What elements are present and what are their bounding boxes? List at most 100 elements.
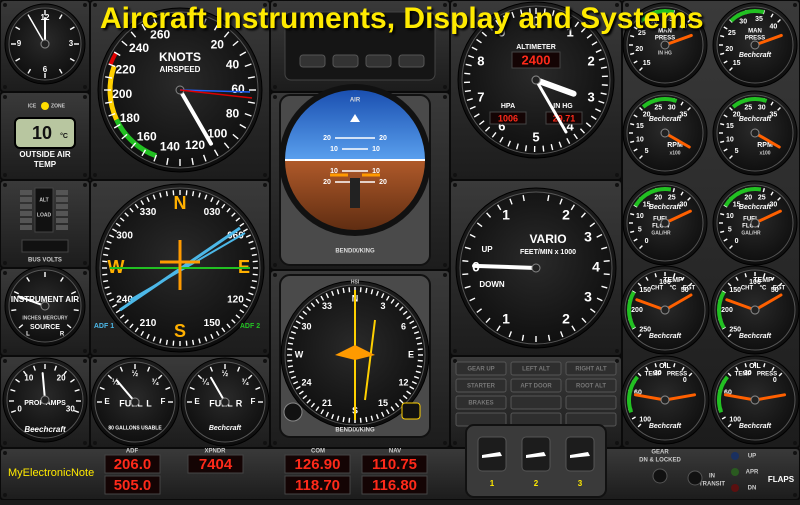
attitude-brand: BENDIX/KING	[335, 249, 375, 255]
vario-up: UP	[481, 245, 493, 254]
gear-down-light	[653, 469, 667, 483]
needle-hub	[751, 219, 759, 227]
fuel-flow-0-tick-label: 20	[654, 195, 662, 202]
screw	[83, 359, 87, 363]
bus-seg-label: ALT	[39, 197, 48, 203]
rpm-1-tick-label: 15	[726, 123, 734, 130]
hsi-tick	[366, 288, 367, 293]
temp-0-brand: Bechcraft	[649, 333, 682, 340]
needle-hub	[661, 306, 669, 314]
airspeed-tick-label: 240	[129, 41, 149, 55]
fuel-flow-0-tick-label: 25	[668, 195, 676, 202]
vario-down: DOWN	[479, 280, 505, 289]
adf-number: 210	[140, 318, 157, 329]
screw	[83, 271, 87, 275]
needle-hub	[751, 41, 759, 49]
vario-tick	[604, 274, 610, 275]
fuel_right-tick-label: F	[251, 397, 256, 406]
screw	[3, 271, 7, 275]
vario-tick-label: 1	[502, 311, 510, 327]
rpm-1-tick-label: 10	[726, 137, 734, 144]
vario-tick-label: 3	[584, 229, 592, 245]
screw	[93, 183, 97, 187]
screw	[273, 273, 277, 277]
screw	[273, 85, 277, 89]
man-press-1-tick-label: 20	[725, 46, 733, 53]
flaps-dn-label: DN	[748, 486, 757, 492]
temp-0-unit: °C	[670, 286, 677, 292]
annunciator-label: BRAKES	[468, 401, 493, 407]
temp-1-egt: EGT	[773, 286, 786, 292]
rpm-1-tick-label: 30	[758, 105, 766, 112]
prop-tick-label: 10	[24, 373, 33, 382]
needle-hub	[661, 219, 669, 227]
needle-hub	[661, 396, 669, 404]
oil-1-press: PRESS	[757, 372, 777, 378]
adf-tick	[252, 254, 257, 255]
screw	[615, 173, 619, 177]
adf-active-freq: 206.0	[114, 456, 152, 473]
fuel-usable-label: 80 GALLONS USABLE	[108, 425, 162, 431]
needle-hub	[751, 129, 759, 137]
gear-label-2: DN & LOCKED	[639, 458, 681, 464]
hsi-tick	[288, 343, 293, 344]
instrument-panel: 1236920406080100120140160180200220240260…	[0, 0, 800, 500]
altimeter-tick	[464, 73, 470, 74]
screw	[83, 183, 87, 187]
top-annunciator-light	[399, 55, 424, 67]
hpa-label: HPA	[501, 103, 515, 110]
adf-number: 030	[204, 207, 221, 218]
oil-1-label: OIL	[749, 363, 761, 370]
xpndr-label: XPNDR	[204, 449, 226, 455]
annunciator-light[interactable]	[511, 396, 561, 409]
screw	[615, 349, 619, 353]
bus-volt-window	[22, 240, 68, 252]
prop-tick-label: 20	[57, 373, 66, 382]
fuel_right-side: R	[236, 398, 243, 408]
annunciator-label: ROOT ALT	[576, 384, 606, 390]
fuel-flow-1-tick-label: 10	[726, 213, 734, 220]
screw	[453, 441, 457, 445]
hsi-heading-label: E	[408, 349, 414, 359]
ice-zone-led	[41, 102, 49, 110]
hsi-tick	[343, 288, 344, 293]
altimeter-tick-label: 5	[532, 129, 539, 144]
oil-0-press: PRESS	[667, 372, 687, 378]
screw	[453, 183, 457, 187]
adf-radio-label: ADF	[126, 449, 139, 455]
temp-1-brand: Bechcraft	[739, 333, 772, 340]
flaps-position-label: 1	[490, 479, 495, 488]
temp-1-tick-label: 200	[721, 307, 733, 314]
flaps-position-label: 2	[534, 479, 539, 488]
adf-cardinal: S	[174, 321, 186, 341]
fuel-flow-0-brand: Bechcraft	[649, 204, 682, 211]
inst-air-r: R	[60, 332, 65, 338]
screw	[3, 359, 7, 363]
fuel-flow-1-brand: Bechcraft	[739, 204, 772, 211]
annunciator-light[interactable]	[566, 396, 616, 409]
screw	[615, 441, 619, 445]
airspeed-tick-label: 120	[185, 138, 205, 152]
airspeed-unit: KNOTS	[159, 50, 201, 64]
annunciator-label: AFT DOOR	[520, 384, 552, 390]
pitch-label: 20	[323, 179, 331, 186]
temp-1-tick-label: 150	[729, 287, 741, 294]
rpm-1-unit: x100	[759, 150, 770, 156]
needle-hub	[751, 396, 759, 404]
rpm-0-tick-label: 10	[636, 137, 644, 144]
screw	[443, 273, 447, 277]
bus-seg-right	[56, 190, 68, 195]
fuel_left-side: L	[146, 398, 152, 408]
gear-label: GEAR	[651, 450, 669, 456]
annunciator-label: RIGHT ALT	[575, 367, 607, 373]
hsi-course-knob	[284, 403, 302, 421]
oat-top-right: ZONE	[51, 103, 66, 109]
man-press-1-tick-label: 40	[769, 23, 777, 30]
screw	[443, 441, 447, 445]
needle-hub	[532, 264, 540, 272]
adf-cardinal: W	[108, 257, 125, 277]
needle-hub	[661, 129, 669, 137]
hsi-heading-label: 6	[401, 321, 406, 331]
hsi-heading-label: 21	[322, 398, 332, 408]
vario-tick	[462, 274, 468, 275]
